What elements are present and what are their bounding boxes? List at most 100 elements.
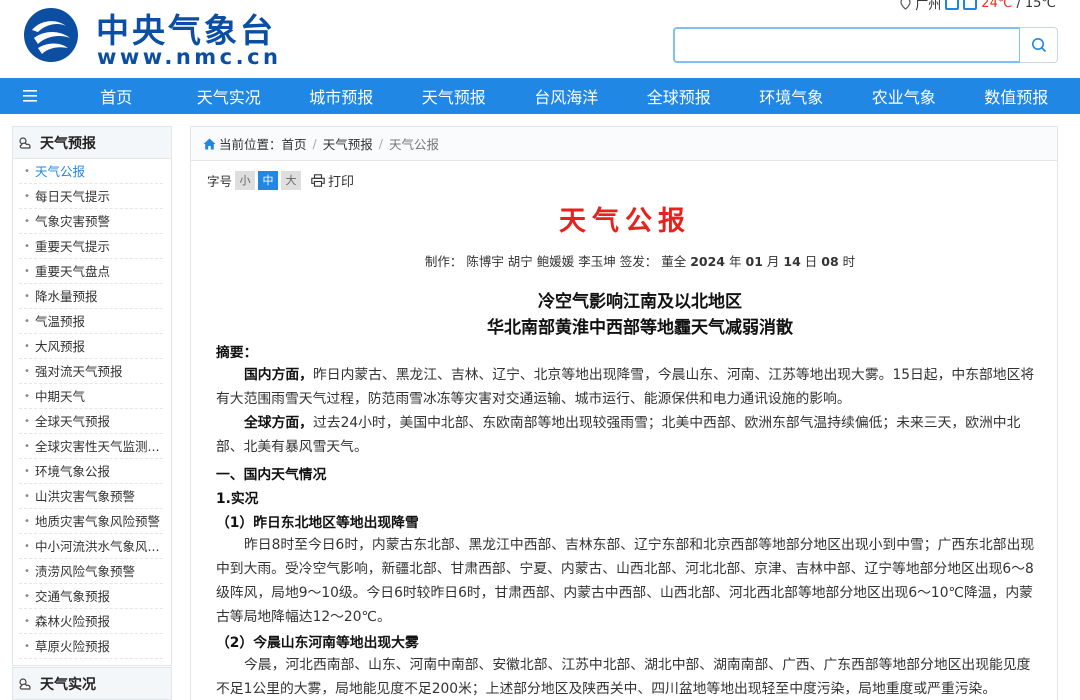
sidebar-section-title: 天气实况 — [40, 676, 96, 693]
sidebar-item[interactable]: 每日天气提示 — [19, 184, 163, 209]
sidebar-item[interactable]: 大风预报 — [19, 334, 163, 359]
search-icon — [1031, 38, 1046, 53]
sidebar-item[interactable]: 气象灾害预警 — [19, 209, 163, 234]
menu-button[interactable] — [0, 78, 60, 114]
main-content: 当前位置： 首页 / 天气预报 / 天气公报 字号 小 中 大 打印 天气公报 … — [190, 126, 1058, 700]
site-header: 中央气象台 www.nmc.cn 广州 24℃ / 15℃ — [0, 0, 1080, 78]
nav-city-forecast[interactable]: 城市预报 — [285, 84, 398, 108]
home-icon — [203, 138, 216, 149]
sidebar-item[interactable]: 中期天气 — [19, 384, 163, 409]
print-button[interactable]: 打印 — [311, 171, 354, 190]
sidebar-item[interactable]: 山洪灾害气象预警 — [19, 484, 163, 509]
temp-separator: / — [1016, 0, 1021, 11]
search-button[interactable] — [1020, 27, 1058, 63]
nav-agriculture[interactable]: 农业气象 — [848, 84, 961, 108]
print-label: 打印 — [328, 175, 355, 190]
domestic-label: 国内方面， — [244, 367, 313, 383]
weather-night-icon — [963, 0, 978, 10]
search-input[interactable] — [673, 27, 1021, 63]
nav-global-forecast[interactable]: 全球预报 — [623, 84, 736, 108]
paragraph: 今晨，河北西南部、山东、河南中南部、安徽北部、江苏中北部、湖北中部、湖南南部、广… — [216, 657, 1031, 697]
main-nav: 首页 天气实况 城市预报 天气预报 台风海洋 全球预报 环境气象 农业气象 数值… — [0, 78, 1080, 114]
global-label: 全球方面， — [244, 415, 313, 431]
meta-hour: 08 — [821, 254, 839, 269]
breadcrumb-separator: / — [312, 136, 317, 151]
sidebar-item[interactable]: 中小河流洪水气象风... — [19, 534, 163, 559]
sidebar-item[interactable]: 降水量预报 — [19, 284, 163, 309]
summary-domestic: 国内方面，昨日内蒙古、黑龙江、吉林、辽宁、北京等地出现降雪，今晨山东、河南、江苏… — [216, 363, 1036, 411]
sidebar-item[interactable]: 地质灾害气象风险预警 — [19, 509, 163, 534]
global-text: 过去24小时，美国中北部、东欧南部等地出现较强雨雪；北美中西部、欧洲东部气温持续… — [216, 415, 1021, 455]
nav-typhoon-ocean[interactable]: 台风海洋 — [510, 84, 623, 108]
hamburger-icon — [23, 90, 37, 102]
meta-day: 14 — [783, 254, 801, 269]
cloud-sun-icon — [19, 136, 31, 149]
nav-weather-forecast[interactable]: 天气预报 — [398, 84, 511, 108]
article-headline-1: 冷空气影响江南及以北地区 — [538, 292, 742, 312]
cloud-sun-icon — [19, 677, 31, 690]
sidebar-section-observation[interactable]: 天气实况 — [12, 667, 172, 700]
sidebar-item[interactable]: 森林火险预报 — [19, 609, 163, 634]
meta-year-unit: 年 — [729, 254, 742, 269]
breadcrumb-level1[interactable]: 天气预报 — [323, 134, 373, 153]
breadcrumb-separator: / — [378, 136, 383, 151]
meta-hour-unit: 时 — [842, 254, 856, 269]
temp-high: 24℃ — [981, 0, 1013, 11]
breadcrumb-label: 当前位置： — [219, 137, 282, 152]
article-headline-2: 华北南部黄淮中西部等地霾天气减弱消散 — [487, 318, 793, 338]
subsection-heading: （1）昨日东北地区等地出现降雪 — [216, 515, 419, 531]
breadcrumb: 当前位置： 首页 / 天气预报 / 天气公报 — [191, 127, 1057, 161]
article-title: 天气公报 — [559, 206, 691, 237]
sidebar-section-title: 天气预报 — [40, 135, 96, 152]
sidebar-item[interactable]: 交通气象预报 — [19, 584, 163, 609]
nav-numerical[interactable]: 数值预报 — [960, 84, 1073, 108]
sidebar-item[interactable]: 渍涝风险气象预警 — [19, 559, 163, 584]
section-heading: 一、国内天气情况 — [216, 467, 327, 483]
sidebar-item[interactable]: 强对流天气预报 — [19, 359, 163, 384]
sidebar: 天气预报 天气公报 每日天气提示 气象灾害预警 重要天气提示 重要天气盘点 降水… — [12, 126, 172, 666]
breadcrumb-current: 天气公报 — [388, 137, 439, 152]
article-meta: 制作： 陈博宇 胡宁 鲍媛媛 李玉坤 签发： 董全 2024 年 01 月 14… — [191, 251, 1080, 270]
sidebar-list: 天气公报 每日天气提示 气象灾害预警 重要天气提示 重要天气盘点 降水量预报 气… — [13, 159, 171, 659]
domestic-text: 昨日内蒙古、黑龙江、吉林、辽宁、北京等地出现降雪，今晨山东、河南、江苏等地出现大… — [216, 367, 1035, 407]
sidebar-item[interactable]: 环境气象公报 — [19, 459, 163, 484]
subsection-heading: （2）今晨山东河南等地出现大雾 — [216, 635, 419, 651]
article-tools: 字号 小 中 大 打印 — [207, 171, 354, 190]
sidebar-section-forecast[interactable]: 天气预报 — [13, 127, 171, 159]
current-weather[interactable]: 广州 24℃ / 15℃ — [900, 0, 1056, 13]
sidebar-item-weather-bulletin[interactable]: 天气公报 — [19, 159, 163, 184]
summary-global: 全球方面，过去24小时，美国中北部、东欧南部等地出现较强雨雪；北美中西部、欧洲东… — [216, 411, 1036, 459]
nav-home[interactable]: 首页 — [60, 84, 173, 108]
subsection-body: 今晨，河北西南部、山东、河南中南部、安徽北部、江苏中北部、湖北中部、湖南南部、广… — [216, 653, 1036, 700]
city-name: 广州 — [915, 0, 942, 13]
meta-year: 2024 — [690, 254, 726, 269]
meta-day-unit: 日 — [804, 254, 818, 269]
meta-signer-label: 签发： — [619, 254, 658, 269]
nav-environment[interactable]: 环境气象 — [735, 84, 848, 108]
sidebar-item[interactable]: 全球灾害性天气监测... — [19, 434, 163, 459]
font-size-label: 字号 — [207, 174, 233, 189]
printer-icon — [311, 174, 325, 187]
nmc-logo-icon[interactable] — [22, 6, 80, 64]
font-size-small-button[interactable]: 小 — [235, 171, 256, 190]
summary-label: 摘要： — [216, 345, 258, 361]
meta-month: 01 — [745, 254, 763, 269]
site-name-en[interactable]: www.nmc.cn — [97, 45, 282, 69]
section-subheading: 1.实况 — [216, 491, 259, 507]
sidebar-item[interactable]: 全球天气预报 — [19, 409, 163, 434]
weather-day-icon — [945, 0, 960, 10]
paragraph: 昨日8时至今日6时，内蒙古东北部、黑龙江中西部、吉林东部、辽宁东部和北京西部等地… — [216, 537, 1035, 625]
temp-low: 15℃ — [1024, 0, 1056, 11]
subsection-body: 昨日8时至今日6时，内蒙古东北部、黑龙江中西部、吉林东部、辽宁东部和北京西部等地… — [216, 533, 1036, 629]
sidebar-item[interactable]: 草原火险预报 — [19, 634, 163, 659]
nav-observation[interactable]: 天气实况 — [173, 84, 286, 108]
font-size-medium-button[interactable]: 中 — [258, 171, 279, 190]
sidebar-item[interactable]: 气温预报 — [19, 309, 163, 334]
sidebar-item[interactable]: 重要天气提示 — [19, 234, 163, 259]
sidebar-item[interactable]: 重要天气盘点 — [19, 259, 163, 284]
meta-label: 制作： — [424, 254, 463, 269]
meta-authors: 陈博宇 胡宁 鲍媛媛 李玉坤 — [466, 254, 616, 269]
font-size-large-button[interactable]: 大 — [281, 171, 302, 190]
meta-month-unit: 月 — [766, 254, 780, 269]
breadcrumb-home[interactable]: 首页 — [282, 134, 307, 153]
